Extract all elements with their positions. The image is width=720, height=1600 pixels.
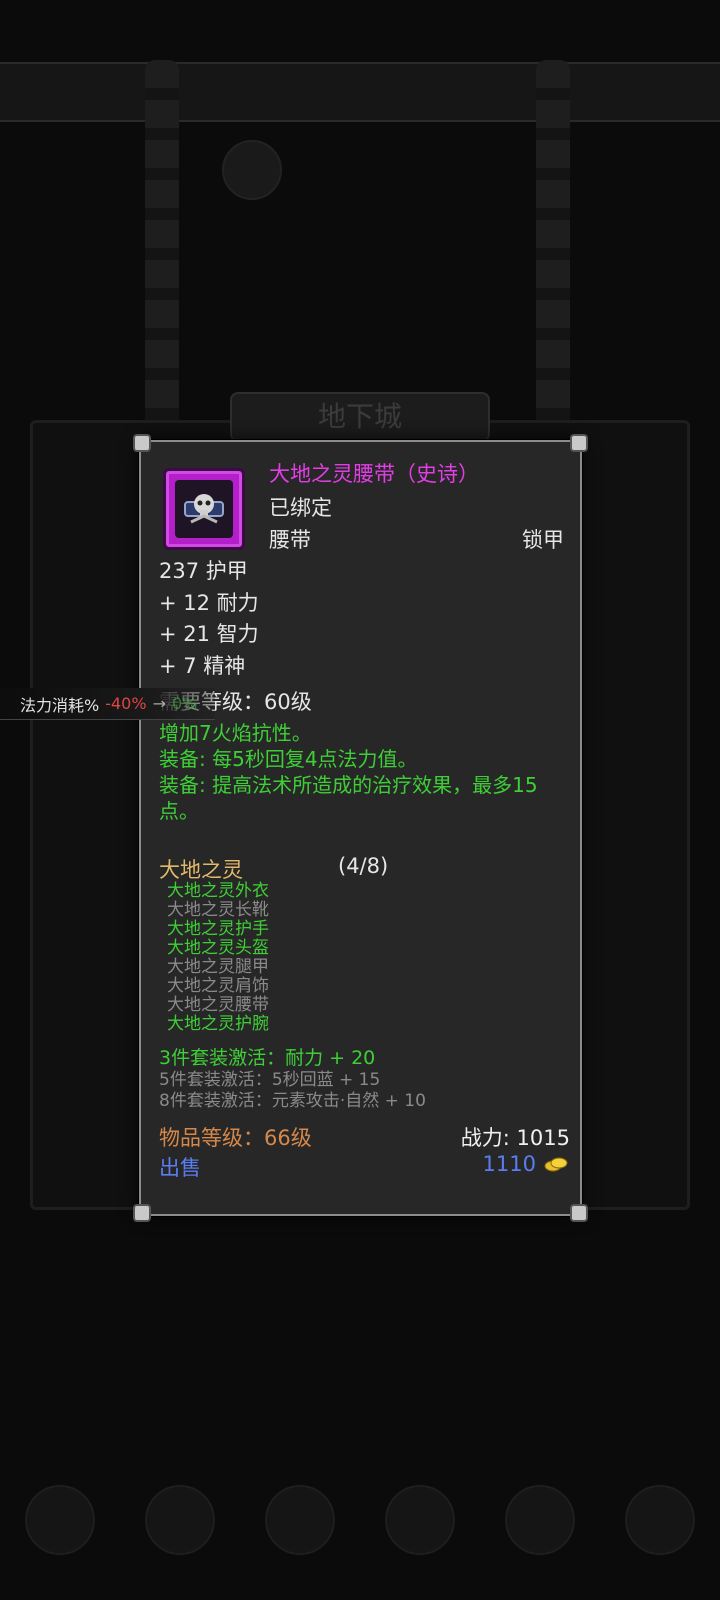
set-piece-item: 大地之灵护腕 [167,1014,269,1034]
background-avatar [222,140,282,200]
gold-coin-icon [544,1157,568,1172]
frame-corner [133,434,151,452]
sell-button[interactable]: 出售 [159,1152,201,1182]
stat-line: + 7 精神 [159,653,246,678]
background-nav-button [145,1485,215,1555]
stat-line: 237 护甲 [159,559,248,583]
effect-line: 装备: 提高法术所造成的治疗效果，最多15点。 [159,773,538,823]
item-name: 大地之灵腰带（史诗） [269,462,479,486]
item-tooltip: 大地之灵腰带（史诗） 已绑定 腰带 锁甲 237 护甲 + 12 耐力 + 21… [133,434,588,1222]
set-bonus-list: 3件套装激活：耐力 + 20 5件套装激活：5秒回蓝 + 15 8件套装激活：元… [159,1047,426,1113]
effect-line: 增加7火焰抗性。 [159,721,312,745]
stat-line: + 12 耐力 [159,590,259,615]
background-nav-button [265,1485,335,1555]
item-level: 物品等级：66级 [159,1126,312,1150]
mana-cost-label: 法力消耗% -40% → 0% [0,688,215,720]
background-topbar [0,62,720,122]
sell-price: 1110 [483,1152,568,1176]
set-bonus-item: 5件套装激活：5秒回蓝 + 15 [159,1069,381,1090]
belt-item-icon [163,468,245,550]
background-bottom-nav [0,1440,720,1600]
item-effects: 增加7火焰抗性。 装备: 每5秒回复4点法力值。 装备: 提高法术所造成的治疗效… [159,720,559,824]
frame-corner [570,1204,588,1222]
frame-corner [133,1204,151,1222]
bound-status: 已绑定 [269,496,332,520]
item-stats: 237 护甲 + 12 耐力 + 21 智力 + 7 精神 [159,556,259,682]
set-piece-item: 大地之灵头盔 [167,938,269,958]
set-piece-item: 大地之灵护手 [167,919,269,939]
set-piece-item: 大地之灵长靴 [167,900,269,920]
mana-cost-modifier: -40% [105,694,147,713]
set-piece-item: 大地之灵腿甲 [167,957,269,977]
price-value: 1110 [482,1152,536,1176]
background-nav-button [505,1485,575,1555]
mana-cost-result: 0% [171,694,198,713]
set-piece-item: 大地之灵腰带 [167,995,269,1015]
background-nav-button [25,1485,95,1555]
set-piece-item: 大地之灵外衣 [167,881,269,901]
set-bonus-item: 3件套装激活：耐力 + 20 [159,1047,376,1069]
background-nav-button [625,1485,695,1555]
background-chain-left [145,60,179,440]
item-slot: 腰带 [269,528,311,552]
set-piece-list: 大地之灵外衣 大地之灵长靴 大地之灵护手 大地之灵头盔 大地之灵腿甲 大地之灵肩… [167,882,269,1034]
set-name: 大地之灵 [159,858,243,882]
stat-line: + 21 智力 [159,622,259,646]
background-chain-right [536,60,570,440]
set-bonus-item: 8件套装激活：元素攻击·自然 + 10 [159,1091,426,1111]
background-nav-button [385,1485,455,1555]
arrow-icon: → [152,694,166,713]
combat-power: 战力: 1015 [460,1126,570,1150]
armor-type: 锁甲 [522,528,564,552]
set-count: (4/8) [338,854,389,878]
frame-corner [570,434,588,452]
background-dungeon-banner: 地下城 [230,392,490,442]
set-piece-item: 大地之灵肩饰 [167,976,269,996]
effect-line: 装备: 每5秒回复4点法力值。 [159,747,418,771]
mana-cost-label-text: 法力消耗% [20,695,100,715]
